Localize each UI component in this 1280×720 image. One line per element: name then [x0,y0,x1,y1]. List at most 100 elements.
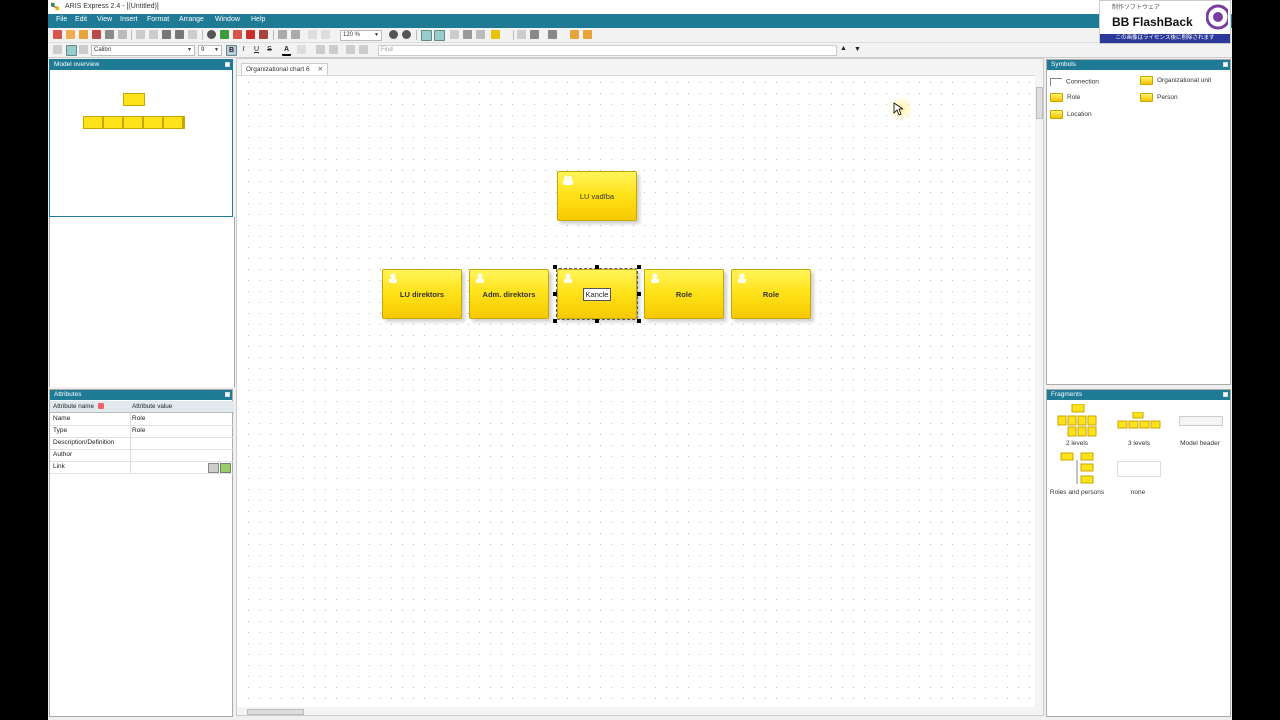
forward-icon[interactable] [321,30,330,39]
org-unit-node[interactable]: LU vadība [557,171,637,221]
fill-color-icon[interactable] [491,30,500,39]
pin-icon[interactable] [225,62,230,67]
fragment-3-levels-label[interactable]: 3 levels [1109,440,1169,447]
horizontal-scrollbar[interactable] [237,707,1043,715]
col-attribute-name[interactable]: Attribute name [53,401,94,412]
print-icon[interactable] [118,30,127,39]
menu-view[interactable]: View [97,16,112,23]
font-combo[interactable]: Calibri ▼ [91,45,195,56]
strikethrough-button[interactable]: S [265,45,274,54]
resize-handle[interactable] [553,319,557,323]
attribute-row-link[interactable]: Link [50,461,234,474]
fragment-model-header-label[interactable]: Model header [1170,440,1230,447]
resize-handle[interactable] [637,319,641,323]
menu-window[interactable]: Window [215,16,240,23]
symbol-connection[interactable]: Connection [1050,78,1099,86]
resize-handle[interactable] [637,265,641,269]
edit-pencil-icon[interactable] [220,463,231,473]
fragment-roles-persons-icon[interactable] [1057,452,1097,486]
grid-icon[interactable] [421,30,432,41]
fragment-2-levels-label[interactable]: 2 levels [1047,440,1107,447]
fragment-roles-persons-label[interactable]: Roles and persons [1047,489,1107,496]
find-down-icon[interactable]: ▼ [854,46,861,53]
bold-button[interactable]: B [226,45,237,56]
menu-file[interactable]: File [56,16,67,23]
symbol-role[interactable]: Role [1050,93,1080,102]
role-node[interactable]: Role [731,269,811,319]
redo-icon[interactable] [291,30,300,39]
align-right-icon[interactable] [79,45,88,54]
print-preview-icon[interactable] [105,30,114,39]
align-center-icon[interactable] [66,45,77,56]
pin-icon[interactable] [1223,62,1228,67]
underline-button[interactable]: U [252,45,261,54]
home-icon[interactable] [53,30,62,39]
resize-handle[interactable] [595,265,599,269]
insert-table-icon[interactable] [359,45,368,54]
highlight-icon[interactable] [297,45,306,54]
shape-icon[interactable] [476,30,485,39]
new-file-icon[interactable] [66,30,75,39]
numbering-icon[interactable] [329,45,338,54]
snap-icon[interactable] [434,30,445,41]
connect-icon[interactable] [450,30,459,39]
layout-icon[interactable] [517,30,526,39]
link-browse-icon[interactable] [208,463,219,473]
menu-format[interactable]: Format [147,16,169,23]
close-tab-icon[interactable]: ✕ [318,66,323,73]
col-attribute-value[interactable]: Attribute value [132,401,172,412]
resize-handle[interactable] [637,292,641,296]
symbol-person[interactable]: Person [1140,93,1178,102]
copy-icon[interactable] [149,30,158,39]
fragment-2-levels-icon[interactable] [1057,404,1099,438]
export-image-icon[interactable] [246,30,255,39]
fragment-model-header-icon[interactable] [1179,416,1223,426]
fragment-3-levels-icon[interactable] [1117,412,1161,430]
find-up-icon[interactable]: ▲ [840,45,847,52]
symbol-organizational-unit[interactable]: Organizational unit [1140,76,1211,85]
diagram-canvas[interactable] [243,77,1035,705]
menu-arrange[interactable]: Arrange [179,16,204,23]
fragment-none-label[interactable]: none [1108,489,1168,496]
export-pdf-icon[interactable] [233,30,242,39]
italic-button[interactable]: I [239,45,248,54]
distribute-icon[interactable] [548,30,557,39]
export-report-icon[interactable] [259,30,268,39]
role-node[interactable]: LU direktors [382,269,462,319]
resize-handle[interactable] [595,319,599,323]
undo-icon[interactable] [278,30,287,39]
pin-icon[interactable] [225,392,230,397]
zoom-out-icon[interactable] [402,30,411,39]
find-input[interactable]: Find [378,45,837,56]
menu-edit[interactable]: Edit [75,16,87,23]
resize-handle[interactable] [553,292,557,296]
cut-icon[interactable] [136,30,145,39]
font-size-combo[interactable]: 9 ▼ [198,45,222,56]
symbol-location[interactable]: Location [1050,110,1092,119]
open-folder-icon[interactable] [79,30,88,39]
font-color-icon[interactable]: A [282,45,291,56]
text-icon[interactable] [463,30,472,39]
export-excel-icon[interactable] [220,30,229,39]
back-icon[interactable] [308,30,317,39]
resize-handle[interactable] [553,265,557,269]
align-left-icon[interactable] [53,45,62,54]
vertical-scrollbar[interactable] [1035,75,1043,709]
info-icon[interactable] [207,30,216,39]
document-tab[interactable]: Organizational chart 6 ✕ [241,63,329,75]
role-node[interactable]: Adm. direktors [469,269,549,319]
group-icon[interactable] [570,30,579,39]
delete-icon[interactable] [175,30,184,39]
filter-icon[interactable] [98,403,104,409]
zoom-in-icon[interactable] [389,30,398,39]
format-painter-icon[interactable] [188,30,197,39]
zoom-combo[interactable]: 120 % ▼ [340,30,382,41]
pin-icon[interactable] [1223,392,1228,397]
menu-help[interactable]: Help [251,16,265,23]
link-icon[interactable] [346,45,355,54]
role-node[interactable]: Role [644,269,724,319]
align-icon[interactable] [530,30,539,39]
menu-insert[interactable]: Insert [120,16,138,23]
ungroup-icon[interactable] [583,30,592,39]
save-icon[interactable] [92,30,101,39]
